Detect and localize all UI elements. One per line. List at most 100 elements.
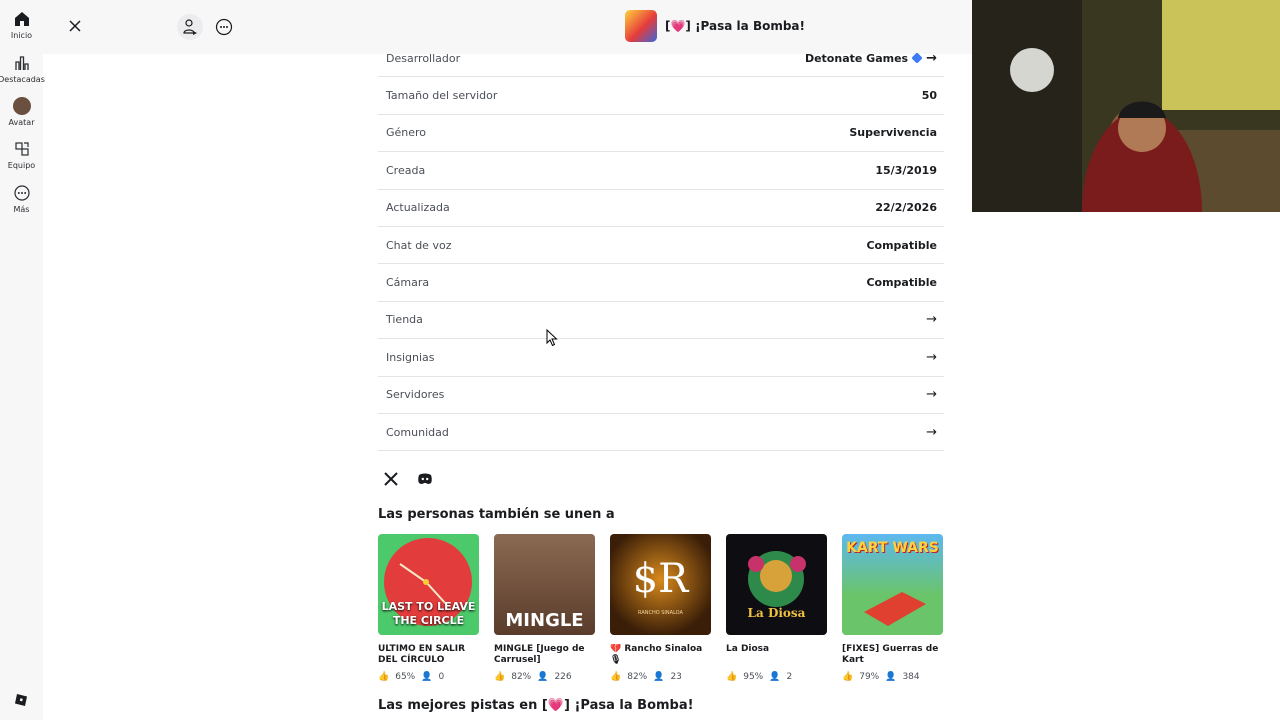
add-friend-button[interactable] (177, 14, 203, 40)
sidebar-item-equipo[interactable]: Equipo (0, 140, 43, 170)
verified-badge-icon (911, 52, 923, 64)
game-card-name: ÚLTIMO EN SALIR DEL CÍRCULO (378, 644, 466, 665)
game-card-image-text: MINGLE (505, 610, 584, 631)
game-card[interactable]: KART WARS [FIXES] Guerras de Kart 👍 79% 👤… (842, 534, 943, 682)
info-value: 22/2/2026 (875, 201, 937, 215)
info-key: Creada (386, 163, 426, 177)
x-twitter-icon[interactable] (382, 470, 400, 488)
arrow-right-icon: → (926, 50, 937, 66)
players-icon: 👤 (421, 672, 433, 682)
game-card-name: La Diosa (726, 644, 770, 654)
team-icon (14, 142, 29, 156)
discord-icon[interactable] (416, 470, 434, 488)
thumbs-up-icon: 👍 (378, 672, 390, 682)
info-row-creada: Creada 15/3/2019 (378, 152, 944, 190)
game-card-image-text: RANCHO SINALOA (638, 610, 683, 616)
info-row-tienda[interactable]: Tienda → (378, 302, 944, 340)
info-key: Cámara (386, 276, 430, 290)
sidebar-item-label: Más (13, 205, 30, 214)
game-card-stats: 👍 65% 👤 0 (378, 672, 479, 682)
sidebar-item-avatar[interactable]: Avatar (0, 97, 43, 127)
game-card[interactable]: LAST TO LEAVE THE CIRCLE ÚLTIMO EN SALIR… (378, 534, 479, 682)
sidebar-item-label: Destacadas (0, 75, 45, 84)
player-count: 226 (554, 672, 572, 682)
info-row-tamano-servidor: Tamaño del servidor 50 (378, 77, 944, 115)
info-row-insignias[interactable]: Insignias → (378, 339, 944, 377)
rating: 95% (743, 672, 764, 682)
game-card-logo: $R (632, 556, 689, 602)
info-value: Detonate Games → (805, 51, 937, 66)
game-card-stats: 👍 95% 👤 2 (726, 672, 827, 682)
info-row-chat-voz: Chat de voz Compatible (378, 227, 944, 265)
info-value: Supervivencia (849, 126, 937, 140)
players-icon: 👤 (537, 672, 549, 682)
game-card-image: $R RANCHO SINALOA (610, 534, 711, 635)
roblox-logo-icon[interactable] (14, 693, 28, 707)
sidebar-item-label: Avatar (8, 118, 35, 127)
info-key: Tienda (386, 313, 423, 327)
chart-icon (14, 56, 29, 70)
info-value: Compatible (866, 238, 937, 252)
sidebar: Inicio Destacadas Avatar Equipo Más (0, 0, 45, 720)
more-options-icon[interactable] (211, 14, 237, 40)
game-card-image: La Diosa (726, 534, 827, 635)
info-value: 15/3/2019 (875, 163, 937, 177)
also-join-title: Las personas también se unen a (378, 507, 615, 522)
info-key: Tamaño del servidor (386, 89, 498, 103)
game-card[interactable]: La Diosa La Diosa 👍 95% 👤 2 (726, 534, 827, 682)
info-key: Chat de voz (386, 238, 452, 252)
player-count: 384 (902, 672, 920, 682)
arrow-right-icon: → (926, 424, 937, 440)
sidebar-item-destacadas[interactable]: Destacadas (0, 54, 45, 84)
players-icon: 👤 (653, 672, 665, 682)
person-add-icon (183, 19, 197, 35)
game-card-image-text: LAST TO LEAVE THE CIRCLE (381, 600, 476, 627)
info-value: 50 (921, 89, 937, 103)
recommended-games: LAST TO LEAVE THE CIRCLE ÚLTIMO EN SALIR… (378, 534, 943, 682)
sidebar-item-inicio[interactable]: Inicio (0, 10, 43, 40)
info-row-comunidad[interactable]: Comunidad → (378, 414, 944, 452)
player-count: 2 (786, 672, 793, 682)
avatar-icon (12, 97, 31, 115)
game-info-list: Desarrollador Detonate Games → Tamaño del… (378, 40, 944, 452)
mouse-cursor-icon (546, 329, 558, 347)
info-row-desarrollador[interactable]: Desarrollador Detonate Games → (378, 40, 944, 78)
close-icon[interactable] (65, 16, 85, 36)
thumbs-up-icon: 👍 (494, 672, 506, 682)
game-card-name: [FIXES] Guerras de Kart (842, 644, 939, 665)
game-card-image: KART WARS (842, 534, 943, 635)
rating: 82% (627, 672, 648, 682)
player-count: 0 (438, 672, 445, 682)
rating: 65% (395, 672, 416, 682)
social-links (382, 470, 434, 488)
game-card-image-text: La Diosa (747, 606, 806, 620)
sidebar-item-label: Inicio (10, 31, 33, 40)
info-row-servidores[interactable]: Servidores → (378, 377, 944, 414)
arrow-right-icon: → (926, 312, 937, 328)
game-card-name: 💔 Rancho Sinaloa 🎙 (610, 644, 703, 665)
rating: 79% (859, 672, 880, 682)
game-card[interactable]: $R RANCHO SINALOA 💔 Rancho Sinaloa 🎙 👍 82… (610, 534, 711, 682)
game-card[interactable]: MINGLE MINGLE [Juego de Carrusel] 👍 82% 👤… (494, 534, 595, 682)
info-key: Género (386, 126, 427, 140)
game-title: [💗] ¡Pasa la Bomba! (665, 19, 805, 33)
game-card-image: LAST TO LEAVE THE CIRCLE (378, 534, 479, 635)
home-icon (14, 12, 29, 26)
arrow-right-icon: → (926, 349, 937, 365)
arrow-right-icon: → (926, 387, 937, 403)
thumbs-up-icon: 👍 (726, 672, 738, 682)
thumbs-up-icon: 👍 (610, 672, 622, 682)
game-card-stats: 👍 82% 👤 23 (610, 672, 711, 682)
developer-link[interactable]: Detonate Games (805, 52, 908, 65)
game-thumbnail (625, 10, 657, 42)
info-row-genero: Género Supervivencia (378, 115, 944, 153)
info-value: Compatible (866, 276, 937, 290)
game-card-stats: 👍 79% 👤 384 (842, 672, 943, 682)
info-key: Servidores (386, 388, 445, 402)
thumbs-up-icon: 👍 (842, 672, 854, 682)
more-icon (13, 185, 30, 201)
webcam-overlay (972, 0, 1280, 212)
sidebar-item-mas[interactable]: Más (0, 184, 43, 214)
info-row-actualizada: Actualizada 22/2/2026 (378, 190, 944, 227)
rating: 82% (511, 672, 532, 682)
